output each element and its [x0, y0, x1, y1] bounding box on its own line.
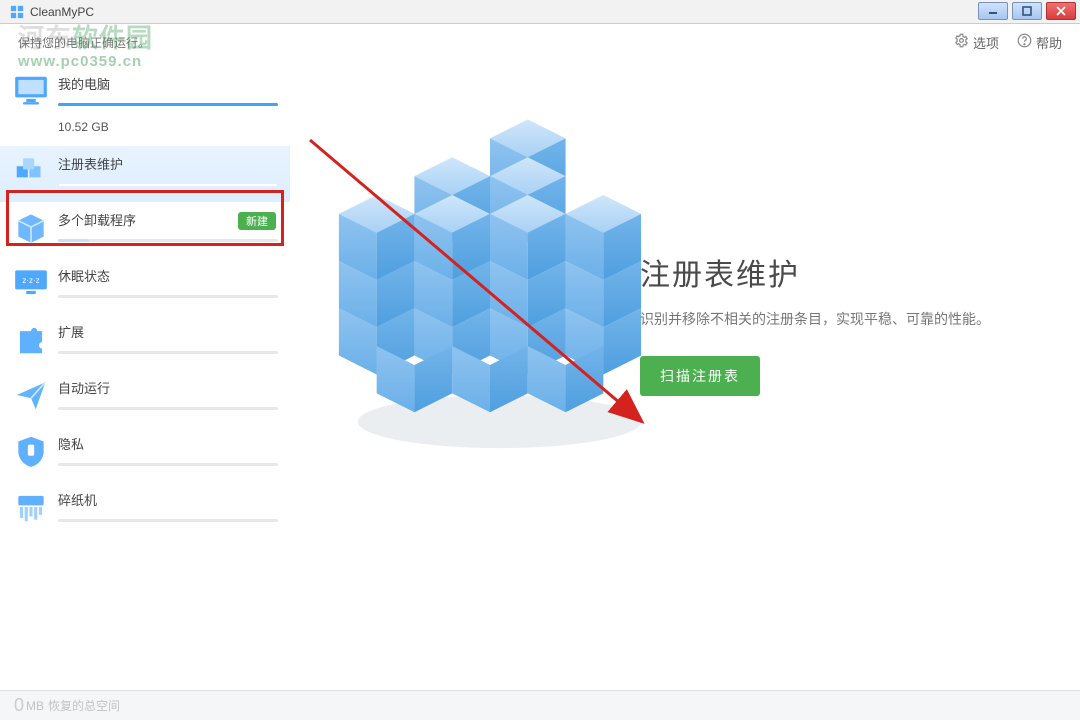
- sidebar-item-my-computer[interactable]: 我的电脑 10.52 GB: [0, 66, 290, 146]
- hero-illustration: [330, 110, 650, 450]
- progress-bar: [58, 183, 278, 187]
- sidebar-item-label: 碎纸机: [58, 490, 278, 509]
- hero-text-block: 注册表维护 识别并移除不相关的注册条目，实现平稳、可靠的性能。 扫描注册表: [640, 250, 1020, 396]
- puzzle-icon: [12, 320, 50, 358]
- progress-bar: [58, 295, 278, 298]
- paper-plane-icon: [12, 376, 50, 414]
- sidebar-item-extensions[interactable]: 扩展: [0, 314, 290, 370]
- progress-bar: [58, 519, 278, 522]
- progress-bar: [58, 239, 278, 242]
- progress-bar: [58, 103, 278, 106]
- sidebar-item-registry[interactable]: 注册表维护: [0, 146, 290, 202]
- recovered-label: 恢复的总空间: [48, 697, 120, 714]
- header-strip: 保持您的电脑正确运行。 选项 帮助: [0, 24, 1080, 60]
- close-button[interactable]: [1046, 2, 1076, 20]
- progress-bar: [58, 351, 278, 354]
- sidebar-item-autorun[interactable]: 自动运行: [0, 370, 290, 426]
- help-button[interactable]: 帮助: [1017, 33, 1062, 52]
- page-description: 识别并移除不相关的注册条目，实现平稳、可靠的性能。: [640, 308, 1020, 332]
- help-icon: [1017, 33, 1032, 51]
- tagline-text: 保持您的电脑正确运行。: [18, 34, 150, 51]
- sidebar-item-hibernate[interactable]: z·z·z 休眠状态: [0, 258, 290, 314]
- sidebar-item-label: 休眠状态: [58, 266, 278, 285]
- registry-icon: [12, 152, 50, 190]
- app-icon: [10, 5, 24, 19]
- status-bar: 0 MB 恢复的总空间: [0, 690, 1080, 720]
- minimize-button[interactable]: [978, 2, 1008, 20]
- sidebar-item-label: 注册表维护: [58, 154, 278, 173]
- sidebar-item-label: 扩展: [58, 322, 278, 341]
- recovered-value: 0: [14, 695, 24, 716]
- page-title: 注册表维护: [640, 250, 1020, 294]
- recovered-unit: MB: [26, 699, 44, 713]
- window-titlebar: CleanMyPC: [0, 0, 1080, 24]
- sidebar-item-label: 自动运行: [58, 378, 278, 397]
- sidebar-item-shredder[interactable]: 碎纸机: [0, 482, 290, 538]
- maximize-button[interactable]: [1012, 2, 1042, 20]
- sidebar: 我的电脑 10.52 GB 注册表维护 多个卸载程序 新建: [0, 60, 290, 690]
- sidebar-item-uninstaller[interactable]: 多个卸载程序 新建: [0, 202, 290, 258]
- options-button[interactable]: 选项: [954, 33, 999, 52]
- sidebar-item-privacy[interactable]: 隐私: [0, 426, 290, 482]
- window-title: CleanMyPC: [30, 5, 94, 19]
- sidebar-item-label: 隐私: [58, 434, 278, 453]
- monitor-icon: [12, 72, 50, 110]
- sidebar-item-label: 我的电脑: [58, 74, 278, 93]
- help-label: 帮助: [1036, 33, 1062, 52]
- window-controls: [978, 2, 1076, 20]
- new-badge: 新建: [238, 212, 276, 230]
- progress-bar: [58, 407, 278, 410]
- box-icon: [12, 208, 50, 246]
- shield-brush-icon: [12, 432, 50, 470]
- progress-bar: [58, 463, 278, 466]
- svg-text:z·z·z: z·z·z: [22, 276, 39, 285]
- shredder-icon: [12, 488, 50, 526]
- scan-registry-button[interactable]: 扫描注册表: [640, 356, 760, 396]
- sidebar-item-sublabel: 10.52 GB: [58, 120, 278, 134]
- gear-icon: [954, 33, 969, 51]
- options-label: 选项: [973, 33, 999, 52]
- sleep-monitor-icon: z·z·z: [12, 264, 50, 302]
